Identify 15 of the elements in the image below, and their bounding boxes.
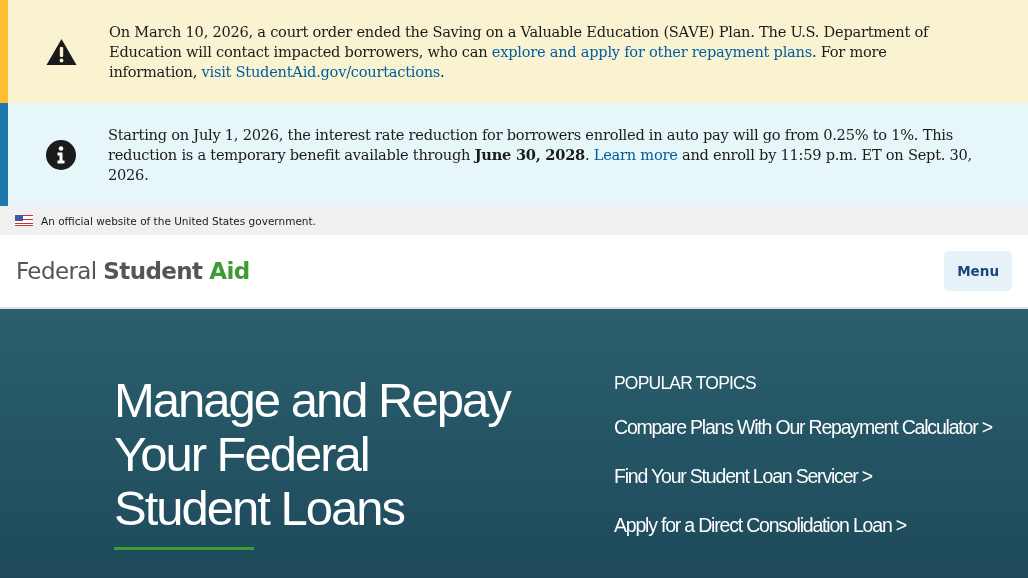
gov-banner-text: An official website of the United States government. (41, 214, 316, 227)
site-logo[interactable]: Federal Student Aid (16, 258, 250, 284)
topic-link[interactable]: Apply for a Direct Consolidation Loan > (614, 512, 1014, 538)
warning-icon (46, 37, 77, 66)
alert-link[interactable]: explore and apply for other repayment plans (491, 42, 812, 60)
menu-button[interactable]: Menu (944, 251, 1012, 291)
info-icon (46, 139, 76, 170)
alert-message: On March 10, 2026, a court order ended the Saving on a Valuable Education (SAVE) Plan. The U.S. Department of Education will contact impacted borrowers, who can explore and apply for other repayment plans. For more information, visit StudentAid.gov/courtactions. (109, 21, 931, 82)
alert-message: Starting on July 1, 2026, the interest rate reduction for borrowers enrolled in auto pay will go from 0.25% to 1%. This reduction is a temporary benefit available through June 30, 2028. Learn more and enroll by 11:59 p.m. ET on Sept. 30, 2026. (108, 124, 973, 185)
hero-title: Manage and Repay Your Federal Student Loans (114, 373, 512, 535)
flag-icon (15, 215, 33, 226)
topics-heading: POPULAR TOPICS (614, 373, 757, 394)
topic-link[interactable]: Find Your Student Loan Servicer > (614, 463, 1014, 489)
alert-link[interactable]: Learn more (593, 145, 678, 163)
topic-link[interactable]: Compare Plans With Our Repayment Calculator > (614, 414, 1014, 440)
